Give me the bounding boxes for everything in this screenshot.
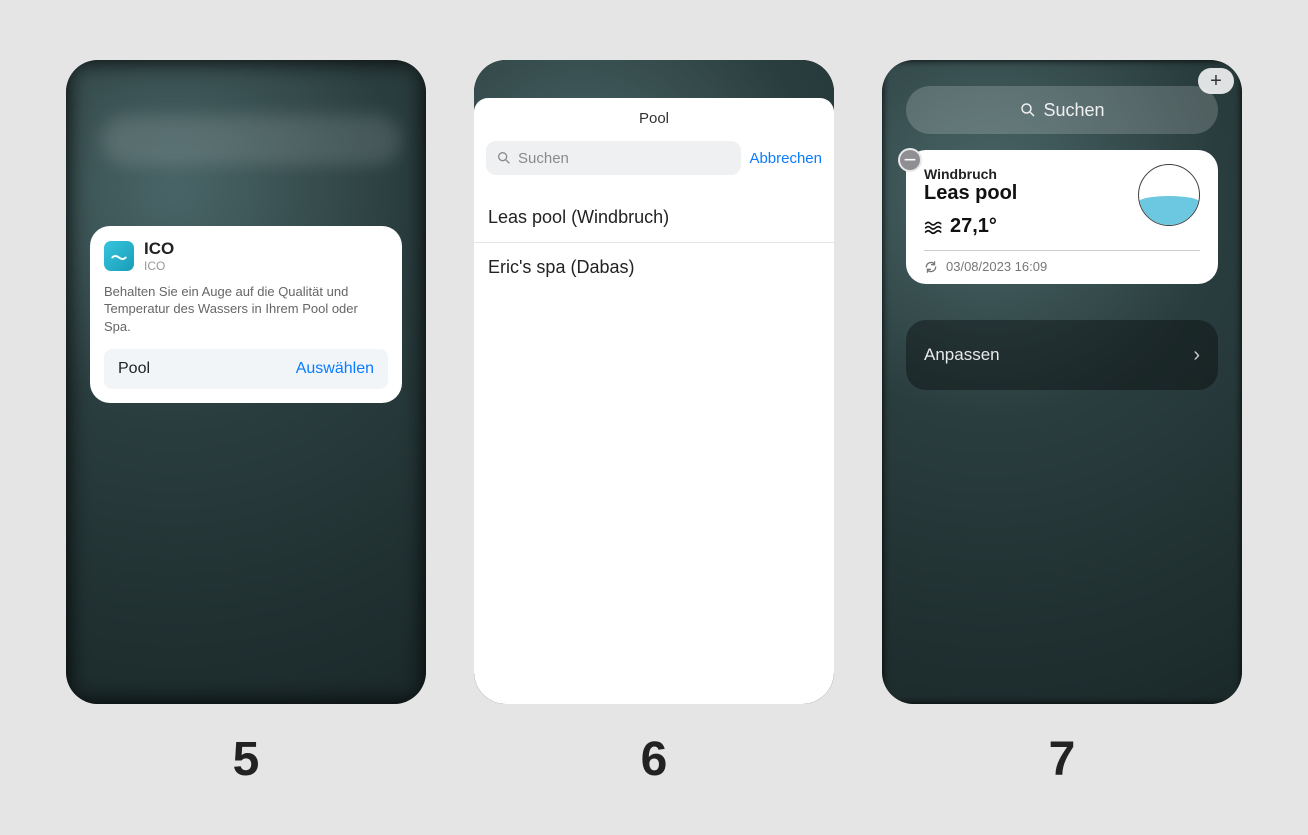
customize-button[interactable]: Anpassen › — [906, 320, 1218, 390]
temperature-value: 27,1° — [950, 215, 997, 238]
blurred-search-hint — [101, 115, 401, 165]
pool-selector-row[interactable]: Pool Auswählen — [104, 349, 388, 389]
chevron-right-icon: › — [1193, 344, 1200, 367]
phone-screen-6: Pool Suchen Abbrechen Leas pool (Windbru… — [474, 60, 834, 704]
widget-description: Behalten Sie ein Auge auf die Qualität u… — [104, 283, 388, 336]
app-title: ICO — [144, 240, 174, 259]
refresh-icon — [924, 260, 938, 274]
plus-icon: + — [1210, 70, 1222, 93]
search-input[interactable]: Suchen — [486, 141, 741, 175]
customize-label: Anpassen — [924, 345, 1000, 365]
pool-level-icon — [1138, 164, 1200, 226]
step-number: 6 — [474, 732, 834, 787]
select-action: Auswählen — [296, 360, 374, 378]
search-icon — [496, 150, 512, 166]
search-placeholder: Suchen — [518, 150, 569, 167]
phone-screen-5: ICO ICO Behalten Sie ein Auge auf die Qu… — [66, 60, 426, 704]
minus-icon: − — [904, 149, 917, 171]
phone-screen-7: + Suchen − Windbruch Leas pool — [882, 60, 1242, 704]
pool-widget[interactable]: Windbruch Leas pool 27,1° — [906, 150, 1218, 284]
cancel-button[interactable]: Abbrechen — [749, 150, 822, 167]
search-icon — [1019, 101, 1037, 119]
app-subtitle: ICO — [144, 259, 174, 273]
widget-pool-name: Leas pool — [924, 182, 1017, 205]
row-label: Pool — [118, 360, 150, 378]
search-label: Suchen — [1043, 100, 1104, 121]
app-icon — [104, 241, 134, 271]
remove-widget-button[interactable]: − — [898, 148, 922, 172]
sheet-title: Pool — [474, 110, 834, 127]
picker-sheet: Pool Suchen Abbrechen Leas pool (Windbru… — [474, 98, 834, 704]
divider — [924, 250, 1200, 251]
list-item[interactable]: Leas pool (Windbruch) — [474, 193, 834, 243]
list-item[interactable]: Eric's spa (Dabas) — [474, 243, 834, 292]
water-wave-icon — [924, 219, 944, 235]
step-number: 7 — [882, 732, 1242, 787]
step-number: 5 — [66, 732, 426, 787]
last-update-timestamp: 03/08/2023 16:09 — [946, 259, 1047, 274]
widget-config-card: ICO ICO Behalten Sie ein Auge auf die Qu… — [90, 226, 402, 403]
today-search-bar[interactable]: Suchen — [906, 86, 1218, 134]
